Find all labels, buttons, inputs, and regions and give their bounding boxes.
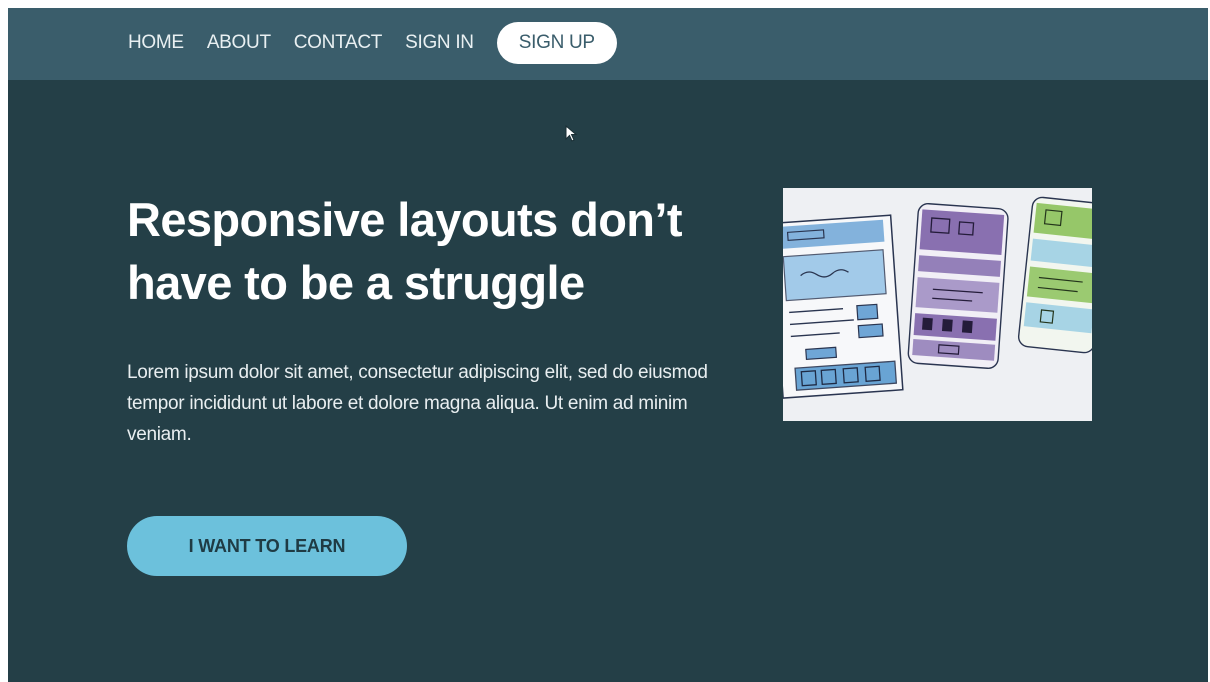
nav-link-about[interactable]: ABOUT bbox=[207, 32, 271, 54]
sign-up-button[interactable]: SIGN UP bbox=[496, 22, 617, 64]
hero-title: Responsive layouts don’t have to be a st… bbox=[127, 193, 683, 309]
nav-links: HOME ABOUT CONTACT SIGN IN SIGN UP bbox=[128, 22, 617, 64]
browser-viewport: HOME ABOUT CONTACT SIGN IN SIGN UP Respo… bbox=[8, 8, 1208, 682]
wireframe-sketch-illustration bbox=[783, 188, 1092, 421]
nav-link-contact[interactable]: CONTACT bbox=[294, 32, 383, 54]
hero-description: Lorem ipsum dolor sit amet, consectetur … bbox=[127, 362, 708, 445]
nav-link-sign-in[interactable]: SIGN IN bbox=[405, 32, 474, 54]
nav-link-home[interactable]: HOME bbox=[128, 32, 184, 54]
hero-image bbox=[783, 188, 1092, 421]
learn-button[interactable]: I WANT TO LEARN bbox=[127, 516, 407, 576]
mouse-cursor-icon bbox=[565, 125, 578, 142]
top-navbar: HOME ABOUT CONTACT SIGN IN SIGN UP bbox=[8, 8, 1208, 80]
